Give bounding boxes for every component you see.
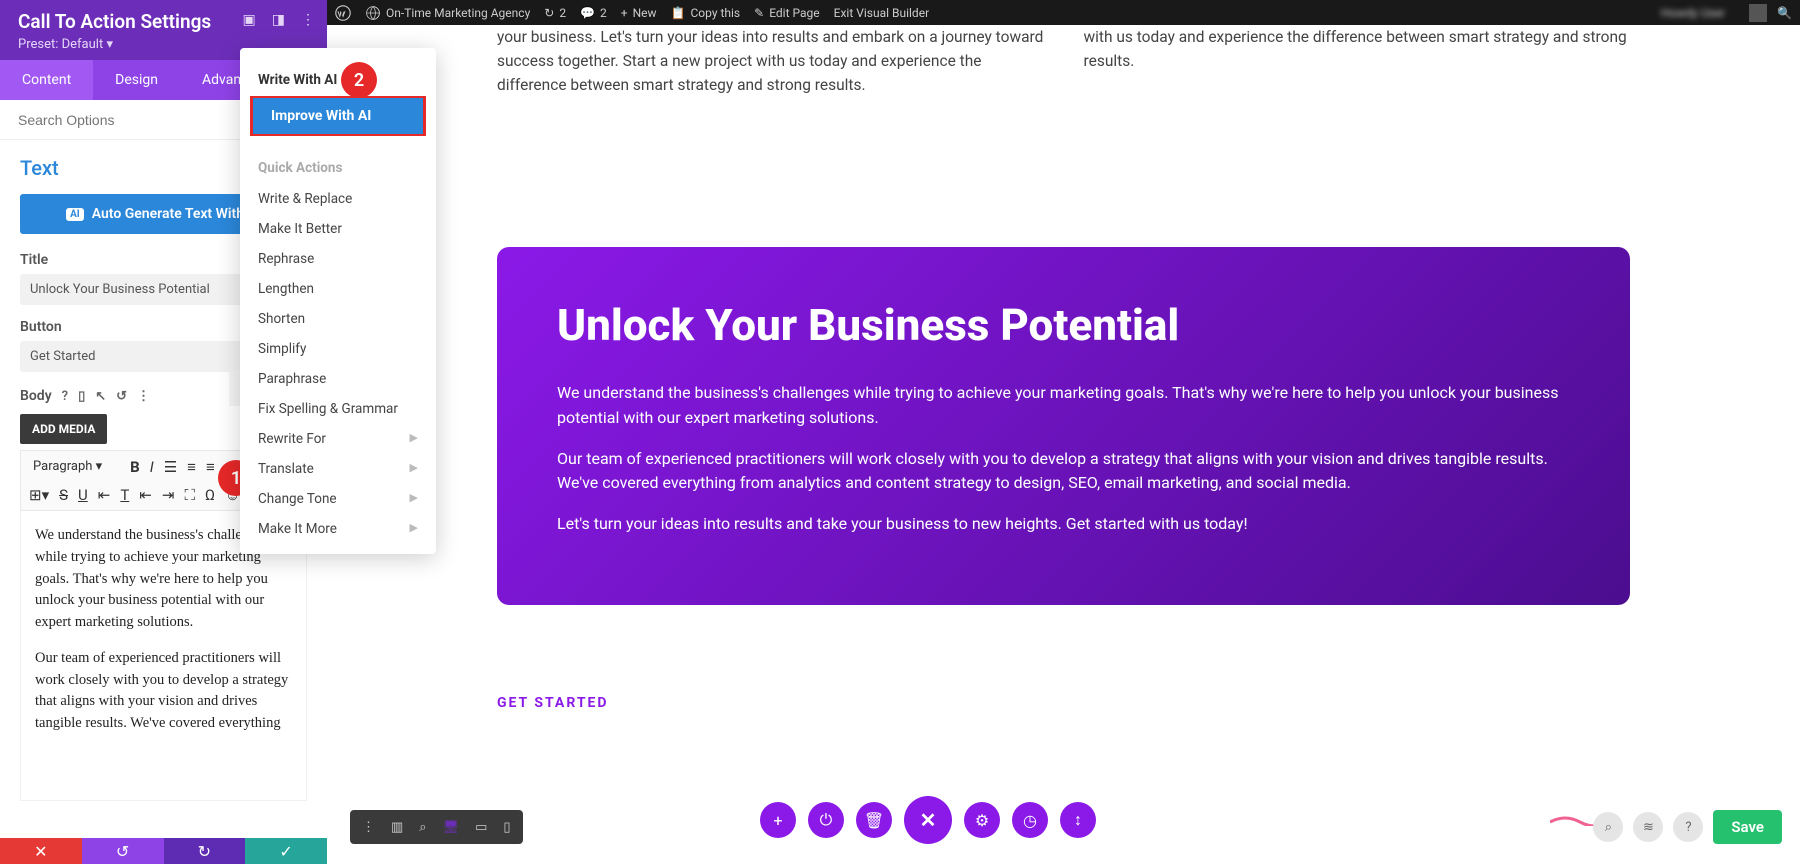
search-mini-icon[interactable]: ⌕ [1593, 812, 1623, 842]
zoom-icon[interactable]: ⌕ [419, 820, 426, 835]
chevron-right-icon: ▶ [410, 461, 418, 477]
wp-logo-icon[interactable] [335, 5, 351, 21]
opt-shorten[interactable]: Shorten [240, 304, 436, 334]
indent-icon[interactable]: ⇥ [162, 486, 175, 504]
right-bar: ⌕ ≋ ? Save [1593, 810, 1782, 844]
updown-button[interactable]: ↕ [1060, 802, 1096, 838]
chevron-right-icon: ▶ [410, 431, 418, 447]
opt-change-tone[interactable]: Change Tone▶ [240, 484, 436, 514]
cta-p1: We understand the business's challenges … [557, 381, 1570, 431]
edit-page[interactable]: ✎ Edit Page [754, 6, 820, 20]
opt-translate[interactable]: Translate▶ [240, 454, 436, 484]
align-left-icon[interactable]: ≡ [206, 458, 215, 476]
add-media-button[interactable]: ADD MEDIA [20, 414, 107, 444]
user-greeting[interactable]: Howdy User [1661, 6, 1725, 20]
cta-title: Unlock Your Business Potential [557, 299, 1570, 351]
tab-design[interactable]: Design [93, 60, 180, 100]
site-name[interactable]: On-Time Marketing Agency [365, 5, 530, 21]
fullscreen-icon[interactable]: ⛶ [184, 486, 195, 504]
tab-content[interactable]: Content [0, 60, 93, 100]
trash-button[interactable]: 🗑 [856, 802, 892, 838]
opt-simplify[interactable]: Simplify [240, 334, 436, 364]
table-icon[interactable]: ⊞▾ [29, 486, 49, 504]
layers-mini-icon[interactable]: ≋ [1633, 812, 1663, 842]
opt-paraphrase[interactable]: Paraphrase [240, 364, 436, 394]
redo-button[interactable]: ↻ [164, 838, 246, 864]
cursor-icon[interactable]: ↖ [95, 389, 106, 404]
tablet-icon[interactable]: ▯ [78, 389, 85, 404]
cancel-button[interactable]: ✕ [0, 838, 82, 864]
canvas: your business. Let's turn your ideas int… [327, 25, 1800, 864]
outdent-icon[interactable]: ⇤ [139, 486, 152, 504]
help-icon[interactable]: ? [62, 389, 68, 404]
bold-icon[interactable]: B [130, 458, 140, 476]
exit-visual-builder[interactable]: Exit Visual Builder [834, 6, 930, 20]
undo-button[interactable]: ↺ [82, 838, 164, 864]
ol-icon[interactable]: ≡ [187, 458, 196, 476]
ai-badge-icon: AI [66, 208, 84, 221]
chevron-right-icon: ▶ [410, 491, 418, 507]
opt-rephrase[interactable]: Rephrase [240, 244, 436, 274]
indent-left-icon[interactable]: ⇤ [98, 486, 111, 504]
search-icon[interactable]: 🔍 [1777, 6, 1792, 20]
tablet-icon[interactable]: ▭ [475, 820, 487, 835]
wireframe-icon[interactable]: ▥ [391, 820, 403, 835]
kebab-icon[interactable]: ⋮ [301, 12, 315, 28]
drag-icon[interactable]: ▣ [243, 12, 256, 28]
more-icon[interactable]: ⋮ [362, 820, 375, 835]
underline-icon[interactable]: U [78, 486, 88, 504]
hero-col-1: your business. Let's turn your ideas int… [497, 25, 1044, 97]
get-started-label: GET STARTED [497, 695, 609, 711]
body-label: Body [20, 388, 52, 404]
sidebar-footer: ✕ ↺ ↻ ✓ [0, 838, 327, 864]
mobile-icon[interactable]: ▯ [503, 820, 510, 835]
gear-button[interactable]: ⚙ [964, 802, 1000, 838]
power-button[interactable]: ⏻ [808, 802, 844, 838]
save-button[interactable]: Save [1713, 810, 1782, 844]
opt-fix-spelling[interactable]: Fix Spelling & Grammar [240, 394, 436, 424]
updates-count[interactable]: ↻ 2 [544, 6, 566, 20]
clear-format-icon[interactable]: T [120, 486, 129, 504]
desktop-icon[interactable]: 🖥 [443, 820, 460, 835]
omega-icon[interactable]: Ω [205, 486, 215, 504]
callout-2: 2 [341, 62, 377, 98]
opt-lengthen[interactable]: Lengthen [240, 274, 436, 304]
write-with-ai[interactable]: Write With AI [240, 66, 436, 94]
device-bar: ⋮ ▥ ⌕ 🖥 ▭ ▯ [350, 810, 523, 844]
help-mini-icon[interactable]: ? [1673, 812, 1703, 842]
expand-icon[interactable]: ◨ [272, 12, 285, 28]
cta-p3: Let's turn your ideas into results and t… [557, 512, 1570, 537]
clock-button[interactable]: ◷ [1012, 802, 1048, 838]
format-select[interactable]: Paragraph ▾ [29, 457, 120, 476]
opt-write-replace[interactable]: Write & Replace [240, 184, 436, 214]
strike-icon[interactable]: S [59, 486, 68, 504]
kebab-icon[interactable]: ⋮ [137, 389, 150, 404]
avatar[interactable] [1749, 4, 1767, 22]
body-editor[interactable]: We understand the business's challenges … [20, 511, 307, 801]
italic-icon[interactable]: I [150, 458, 154, 476]
hero-col-2: with us today and experience the differe… [1084, 25, 1631, 97]
ul-icon[interactable]: ☰ [164, 458, 177, 476]
opt-rewrite-for[interactable]: Rewrite For▶ [240, 424, 436, 454]
opt-make-it-more[interactable]: Make It More▶ [240, 514, 436, 544]
confirm-button[interactable]: ✓ [245, 838, 327, 864]
undo-icon[interactable]: ↺ [116, 389, 127, 404]
action-bar: + ⏻ 🗑 ✕ ⚙ ◷ ↕ [760, 796, 1096, 844]
cta-box[interactable]: Unlock Your Business Potential We unders… [497, 247, 1630, 605]
close-button[interactable]: ✕ [904, 796, 952, 844]
add-button[interactable]: + [760, 802, 796, 838]
copy-this[interactable]: 📋 Copy this [671, 6, 741, 20]
ai-dropdown: Write With AI Improve With AI Quick Acti… [240, 48, 436, 554]
quick-actions-label: Quick Actions [240, 146, 436, 184]
cta-p2: Our team of experienced practitioners wi… [557, 447, 1570, 497]
comments-count[interactable]: 💬 2 [580, 6, 607, 20]
new-button[interactable]: + New [621, 6, 657, 20]
chevron-right-icon: ▶ [410, 521, 418, 537]
improve-with-ai[interactable]: Improve With AI [250, 96, 426, 136]
wp-admin-bar: On-Time Marketing Agency ↻ 2 💬 2 + New 📋… [327, 0, 1800, 25]
opt-make-better[interactable]: Make It Better [240, 214, 436, 244]
